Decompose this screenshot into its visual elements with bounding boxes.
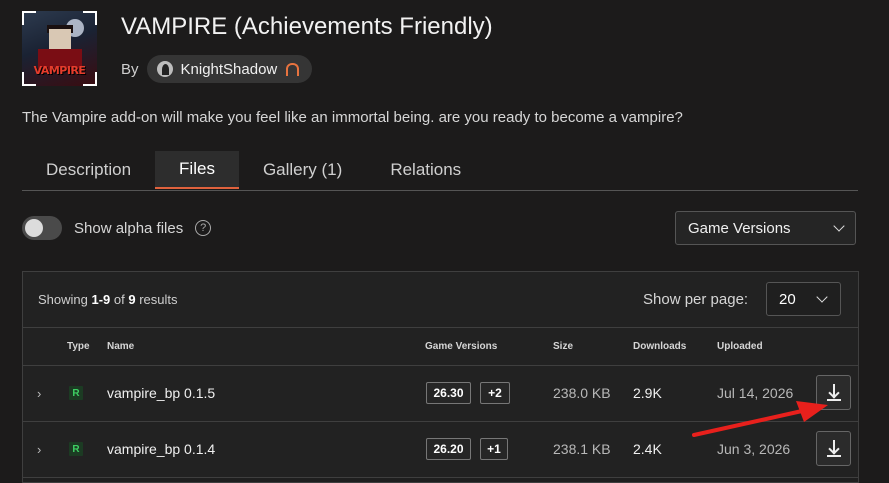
tab-relations[interactable]: Relations [366, 151, 485, 189]
more-versions-tag[interactable]: +1 [480, 438, 508, 460]
download-count: 2.9K [633, 385, 662, 401]
per-page-select[interactable]: 20 [766, 282, 841, 316]
game-version-tag: 26.20 [426, 438, 471, 460]
download-button[interactable] [816, 431, 851, 466]
upload-date: Jun 3, 2026 [717, 441, 791, 457]
release-type-badge: R [69, 386, 83, 400]
author-badge-icon [285, 62, 300, 77]
frame-corner [83, 11, 97, 25]
results-total: 9 [128, 292, 136, 307]
header-type[interactable]: Type [67, 341, 90, 352]
frame-corner [22, 11, 36, 25]
table-row[interactable]: › R vampire_bp 0.1.5 26.30 +2 238.0 KB 2… [23, 366, 858, 422]
game-versions-dropdown[interactable]: Game Versions [675, 211, 856, 245]
project-thumbnail[interactable]: VAMPIRE [22, 11, 97, 86]
project-header: VAMPIRE VAMPIRE (Achievements Friendly) … [22, 11, 882, 91]
by-label: By [121, 60, 139, 78]
byline: By KnightShadow [121, 55, 313, 83]
alpha-files-label: Show alpha files [74, 219, 184, 237]
results-bar: Showing 1-9 of 9 results Show per page: … [23, 272, 858, 328]
more-versions-tag[interactable]: +2 [480, 382, 510, 404]
header-uploaded[interactable]: Uploaded [717, 341, 763, 352]
expand-chevron-icon[interactable]: › [37, 386, 41, 401]
header-name[interactable]: Name [107, 341, 134, 352]
alpha-files-toggle-row: Show alpha files ? [22, 216, 212, 240]
frame-corner [22, 72, 36, 86]
author-avatar-icon [156, 61, 173, 77]
chevron-down-icon [833, 220, 845, 232]
file-size: 238.1 KB [553, 441, 611, 457]
chevron-down-icon [816, 291, 828, 303]
results-range: 1-9 [91, 292, 111, 307]
help-icon[interactable]: ? [195, 220, 212, 236]
author-chip[interactable]: KnightShadow [146, 55, 313, 83]
alpha-files-toggle[interactable] [22, 216, 62, 240]
game-version-tag: 26.30 [426, 382, 471, 404]
download-button[interactable] [816, 375, 851, 410]
thumbnail-logo-text: VAMPIRE [33, 64, 86, 77]
tab-gallery[interactable]: Gallery (1) [239, 151, 366, 189]
results-summary: Showing 1-9 of 9 results [38, 292, 178, 307]
file-size: 238.0 KB [553, 385, 611, 401]
download-count: 2.4K [633, 441, 662, 457]
frame-corner [83, 72, 97, 86]
file-name[interactable]: vampire_bp 0.1.4 [107, 441, 215, 457]
release-type-badge: R [69, 442, 83, 456]
per-page-value: 20 [779, 290, 796, 308]
upload-date: Jul 14, 2026 [717, 385, 794, 401]
project-tabs: Description Files Gallery (1) Relations [22, 151, 858, 191]
download-icon [827, 455, 841, 457]
table-header: Type Name Game Versions Size Downloads U… [23, 328, 858, 366]
tab-files[interactable]: Files [155, 151, 239, 189]
per-page-label: Show per page: [643, 291, 749, 308]
project-description: The Vampire add-on will make you feel li… [22, 109, 683, 126]
author-name: KnightShadow [180, 60, 278, 78]
game-versions-label: Game Versions [688, 219, 791, 237]
table-row[interactable]: › R vampire_bp 0.1.4 26.20 +1 238.1 KB 2… [23, 422, 858, 478]
files-panel: Showing 1-9 of 9 results Show per page: … [22, 271, 859, 483]
file-name[interactable]: vampire_bp 0.1.5 [107, 385, 215, 401]
vampire-head-shape [49, 29, 71, 51]
download-icon [827, 399, 841, 401]
tab-description[interactable]: Description [22, 151, 155, 189]
project-title: VAMPIRE (Achievements Friendly) [121, 13, 493, 40]
header-downloads[interactable]: Downloads [633, 341, 686, 352]
toggle-knob [25, 219, 43, 237]
header-size[interactable]: Size [553, 341, 573, 352]
header-game-versions[interactable]: Game Versions [425, 341, 497, 352]
expand-chevron-icon[interactable]: › [37, 442, 41, 457]
